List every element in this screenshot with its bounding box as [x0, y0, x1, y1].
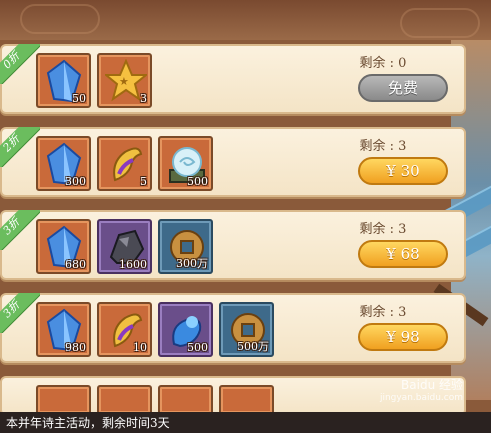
discount-badge: 3折	[0, 293, 40, 333]
watermark: Baidu 经验 jingyan.baidu.com	[380, 376, 463, 403]
item-slot[interactable]: 10	[97, 302, 152, 357]
item-slot[interactable]: 5	[97, 136, 152, 191]
top-banner	[0, 0, 491, 40]
item-slot[interactable]: 300万	[158, 219, 213, 274]
bottom-bar: 本并年诗主活动，剩余时间3天	[0, 412, 491, 433]
buy-button[interactable]: ¥ 30	[358, 157, 448, 185]
svg-text:★: ★	[119, 75, 129, 88]
item-slot[interactable]: 1600	[97, 219, 152, 274]
shop-row-0: 0折 50 ★ 3 剩余 : 0 免费	[0, 44, 466, 114]
shop-row-3: 3折 980 10 500 500万 剩余 : 3 ¥ 98	[0, 293, 466, 363]
remaining-count: 剩余 : 0	[359, 56, 407, 71]
watermark-text: Baidu 经验	[401, 378, 463, 392]
remaining-count: 剩余 : 3	[359, 305, 407, 320]
discount-badge: 2折	[0, 127, 40, 167]
item-slot[interactable]: 500	[158, 136, 213, 191]
buy-button[interactable]: ¥ 68	[358, 240, 448, 268]
buy-button[interactable]: ¥ 98	[358, 323, 448, 351]
free-button[interactable]: 免费	[358, 74, 448, 102]
shop-row-1: 2折 300 5 500 剩余 : 3 ¥ 30	[0, 127, 466, 197]
shop-row-2: 3折 680 1600 300万 剩余 : 3 ¥ 68	[0, 210, 466, 280]
remaining-count: 剩余 : 3	[359, 139, 407, 154]
item-slot[interactable]: 300	[36, 136, 91, 191]
item-slot[interactable]: ★ 3	[97, 53, 152, 108]
cloud-decoration	[20, 4, 100, 34]
item-slot[interactable]: 50	[36, 53, 91, 108]
item-slot[interactable]	[36, 385, 91, 415]
discount-badge: 0折	[0, 44, 40, 84]
item-slot[interactable]: 680	[36, 219, 91, 274]
remaining-count: 剩余 : 3	[359, 222, 407, 237]
item-slot[interactable]: 500	[158, 302, 213, 357]
item-slot[interactable]	[97, 385, 152, 415]
item-slot[interactable]	[219, 385, 274, 415]
item-slot[interactable]: 980	[36, 302, 91, 357]
item-slot[interactable]	[158, 385, 213, 415]
item-slot[interactable]: 500万	[219, 302, 274, 357]
discount-badge: 3折	[0, 210, 40, 250]
cloud-decoration	[400, 8, 480, 38]
watermark-url: jingyan.baidu.com	[379, 393, 463, 403]
